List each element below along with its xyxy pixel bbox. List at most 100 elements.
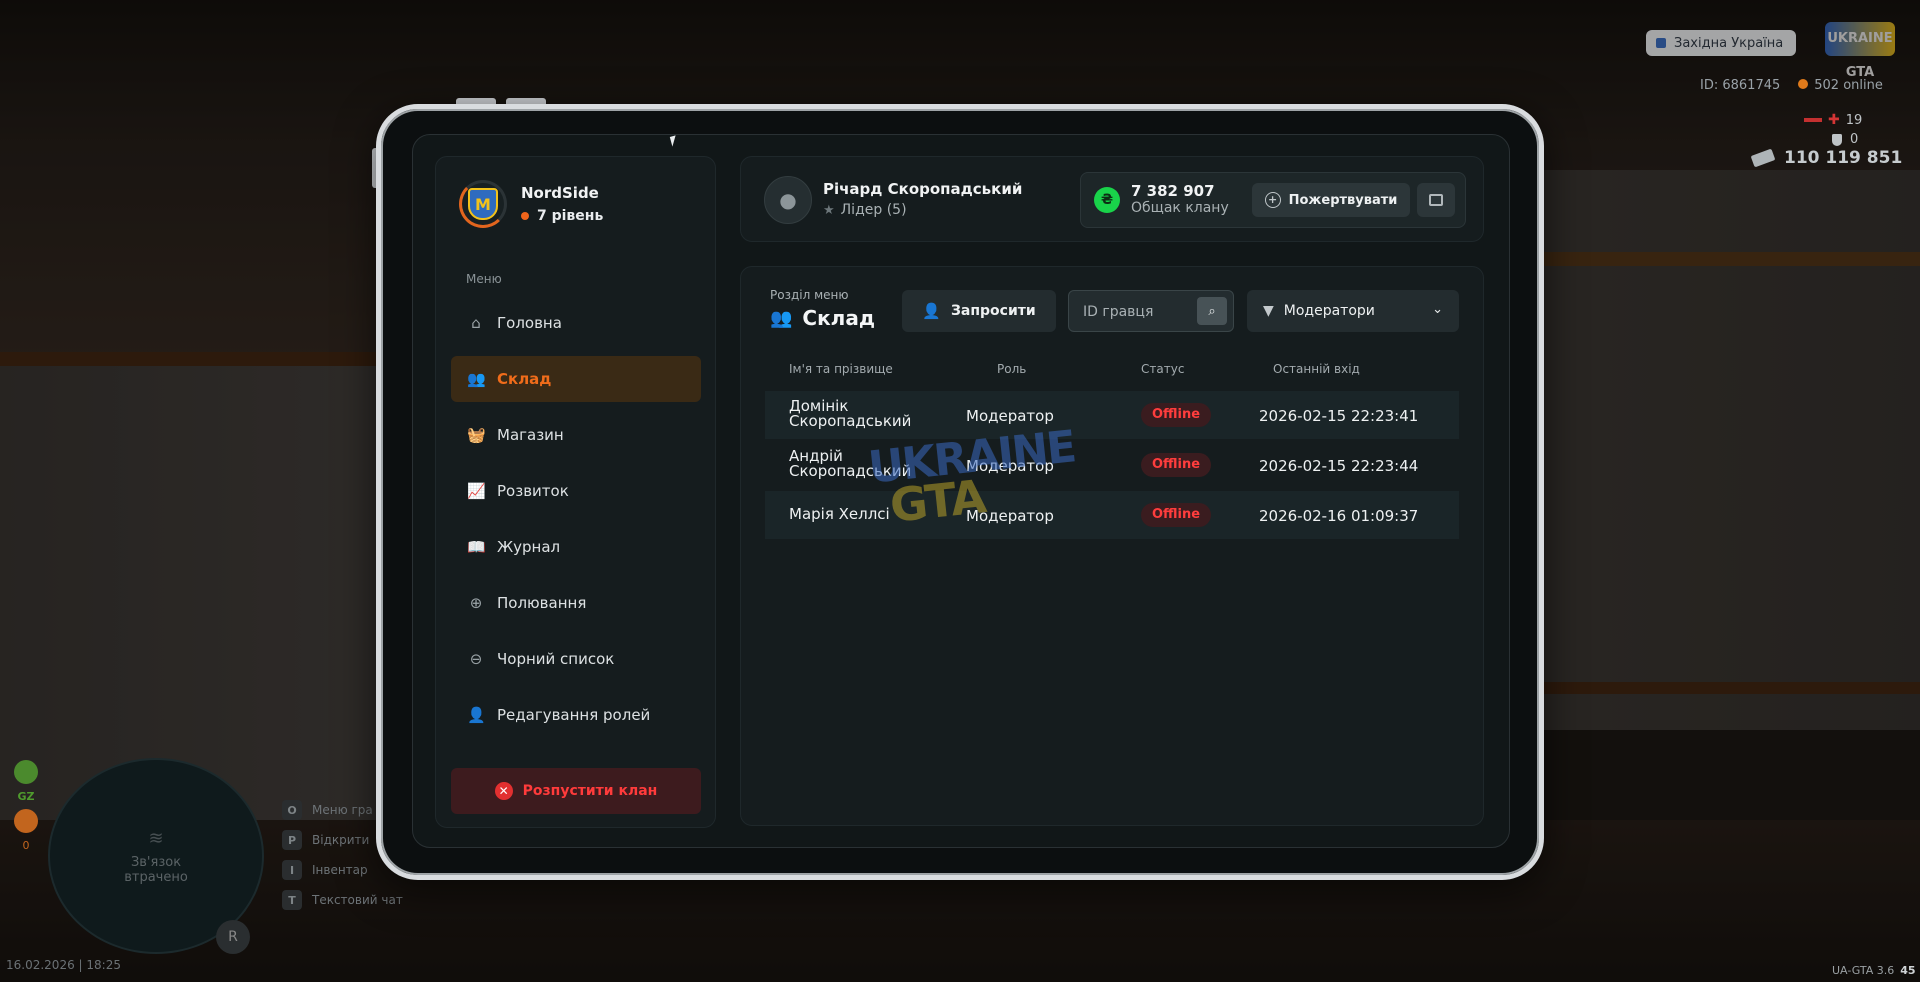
section-caption: Розділ меню xyxy=(770,288,849,302)
no-signal-icon: ≋ xyxy=(148,827,164,849)
table-row[interactable]: Домінік Скоропадський Модератор Offline … xyxy=(765,391,1459,439)
hint-label: Інвентар xyxy=(312,863,368,877)
armor-indicator: 0 xyxy=(1832,132,1858,147)
sidebar-item-label: Магазин xyxy=(497,426,564,444)
members-panel xyxy=(740,266,1484,826)
table-row[interactable]: Марія Хеллсі Модератор Offline 2026-02-1… xyxy=(765,491,1459,539)
member-last-login: 2026-02-16 01:09:37 xyxy=(1259,507,1419,525)
hint-key: P xyxy=(282,830,302,850)
mic-icon[interactable]: R xyxy=(216,920,250,954)
chevron-down-icon: ⌄ xyxy=(1432,302,1443,317)
sidebar-item-label: Склад xyxy=(497,370,552,388)
status-badge: Offline xyxy=(1141,503,1212,527)
member-name: Домінік Скоропадський xyxy=(789,397,912,430)
health-icon: ✚ xyxy=(1828,112,1840,128)
health-indicator: ✚ 19 xyxy=(1804,112,1862,128)
search-icon: ⌕ xyxy=(1208,303,1216,319)
version-label: UA-GTA 3.6 45 xyxy=(1832,964,1916,977)
status-badge: Offline xyxy=(1141,453,1212,477)
balance-value: 7 382 907 xyxy=(1131,182,1215,200)
filter-icon: ▼ xyxy=(1263,303,1274,319)
sidebar-item-shop[interactable]: 🧺 Магазин xyxy=(451,412,701,458)
user-role: ★ Лідер (5) xyxy=(823,202,907,218)
member-last-login: 2026-02-15 22:23:41 xyxy=(1259,407,1419,425)
donate-label: Пожертвувати xyxy=(1288,192,1398,208)
menu-caption: Меню xyxy=(466,272,502,286)
members-icon: 👥 xyxy=(467,370,486,388)
safe-button[interactable] xyxy=(1417,183,1455,217)
member-role: Модератор xyxy=(966,407,1054,425)
cash-icon xyxy=(1750,148,1776,168)
sidebar-item-hunting[interactable]: ⊕ Полювання xyxy=(451,580,701,626)
fps-counter: 45 xyxy=(1900,964,1916,977)
hryvnia-icon: ₴ xyxy=(1094,187,1120,213)
member-name: Марія Хеллсі xyxy=(789,505,890,523)
home-icon: ⌂ xyxy=(471,314,481,332)
server-badge: Західна Україна xyxy=(1646,30,1796,56)
hint-key: T xyxy=(282,890,302,910)
clan-emblem: M xyxy=(459,180,507,228)
version-text: UA-GTA 3.6 xyxy=(1832,964,1895,977)
player-info: ID: 6861745 502 online xyxy=(1700,78,1883,93)
game-logo: UKRAINE GTA xyxy=(1825,22,1895,80)
search-button[interactable]: ⌕ xyxy=(1197,297,1227,325)
role-filter-dropdown[interactable]: ▼ Модератори ⌄ xyxy=(1247,290,1459,332)
sidebar-item-label: Полювання xyxy=(497,594,587,612)
user-role-text: Лідер (5) xyxy=(840,202,907,218)
chart-icon: 📈 xyxy=(467,482,486,500)
sidebar-item-members[interactable]: 👥 Склад xyxy=(451,356,701,402)
mic-key: R xyxy=(228,929,238,945)
members-icon: 👥 xyxy=(770,307,793,329)
disband-clan-button[interactable]: ✕ Розпустити клан xyxy=(451,768,701,814)
crosshair-icon: ⊕ xyxy=(469,594,483,612)
column-status: Статус xyxy=(1141,362,1185,376)
block-icon: ⊖ xyxy=(469,650,483,668)
clan-header: M NordSide 7 рівень xyxy=(459,180,603,228)
member-role: Модератор xyxy=(966,507,1054,525)
armor-value: 0 xyxy=(1850,132,1859,147)
star-icon: ★ xyxy=(823,202,835,218)
column-last-login: Останній вхід xyxy=(1273,362,1360,376)
server-flag-icon xyxy=(1656,38,1666,48)
member-last-login: 2026-02-15 22:23:44 xyxy=(1259,457,1419,475)
side-badges: GZ 0 xyxy=(14,760,38,852)
hint-label: Текстовий чат xyxy=(312,893,403,907)
section-title-text: Склад xyxy=(802,306,875,330)
tools-icon xyxy=(14,809,38,833)
sidebar-item-blacklist[interactable]: ⊖ Чорний список xyxy=(451,636,701,682)
invite-button[interactable]: 👤 Запросити xyxy=(902,290,1056,332)
clan-info: NordSide 7 рівень xyxy=(521,184,603,224)
online-text: 502 online xyxy=(1814,78,1883,93)
user-edit-icon: 👤 xyxy=(467,706,486,724)
hint-label: Відкрити xyxy=(312,833,370,847)
sidebar-item-label: Чорний список xyxy=(497,650,615,668)
add-user-icon: 👤 xyxy=(922,302,941,320)
clan-level: 7 рівень xyxy=(521,208,603,224)
tools-count: 0 xyxy=(22,839,30,852)
table-row[interactable]: Андрій Скоропадський Модератор Offline 2… xyxy=(765,441,1459,489)
status-badge: Offline xyxy=(1141,403,1212,427)
search-input[interactable] xyxy=(1083,301,1193,323)
health-bar xyxy=(1804,118,1822,122)
avatar: ● xyxy=(764,176,812,224)
server-name: Західна Україна xyxy=(1674,35,1784,51)
player-id: ID: 6861745 xyxy=(1700,78,1781,93)
money-value: 110 119 851 xyxy=(1784,148,1903,168)
gz-icon xyxy=(14,760,38,784)
sidebar-item-label: Розвиток xyxy=(497,482,569,500)
gz-label: GZ xyxy=(17,790,35,803)
book-icon: 📖 xyxy=(467,538,486,556)
player-search: ⌕ xyxy=(1068,290,1234,332)
member-name: Андрій Скоропадський xyxy=(789,447,912,480)
sidebar-item-roles[interactable]: 👤 Редагування ролей xyxy=(451,692,701,738)
sidebar-item-journal[interactable]: 📖 Журнал xyxy=(451,524,701,570)
clan-level-text: 7 рівень xyxy=(537,208,604,224)
disband-label: Розпустити клан xyxy=(522,783,658,799)
clan-name: NordSide xyxy=(521,184,599,202)
sidebar-menu: ⌂ Головна 👥 Склад 🧺 Магазин 📈 Розвиток 📖 Журн… xyxy=(451,300,701,748)
user-icon: ● xyxy=(779,188,797,212)
donate-button[interactable]: + Пожертвувати xyxy=(1252,183,1410,217)
column-role: Роль xyxy=(997,362,1027,376)
sidebar-item-home[interactable]: ⌂ Головна xyxy=(451,300,701,346)
sidebar-item-development[interactable]: 📈 Розвиток xyxy=(451,468,701,514)
